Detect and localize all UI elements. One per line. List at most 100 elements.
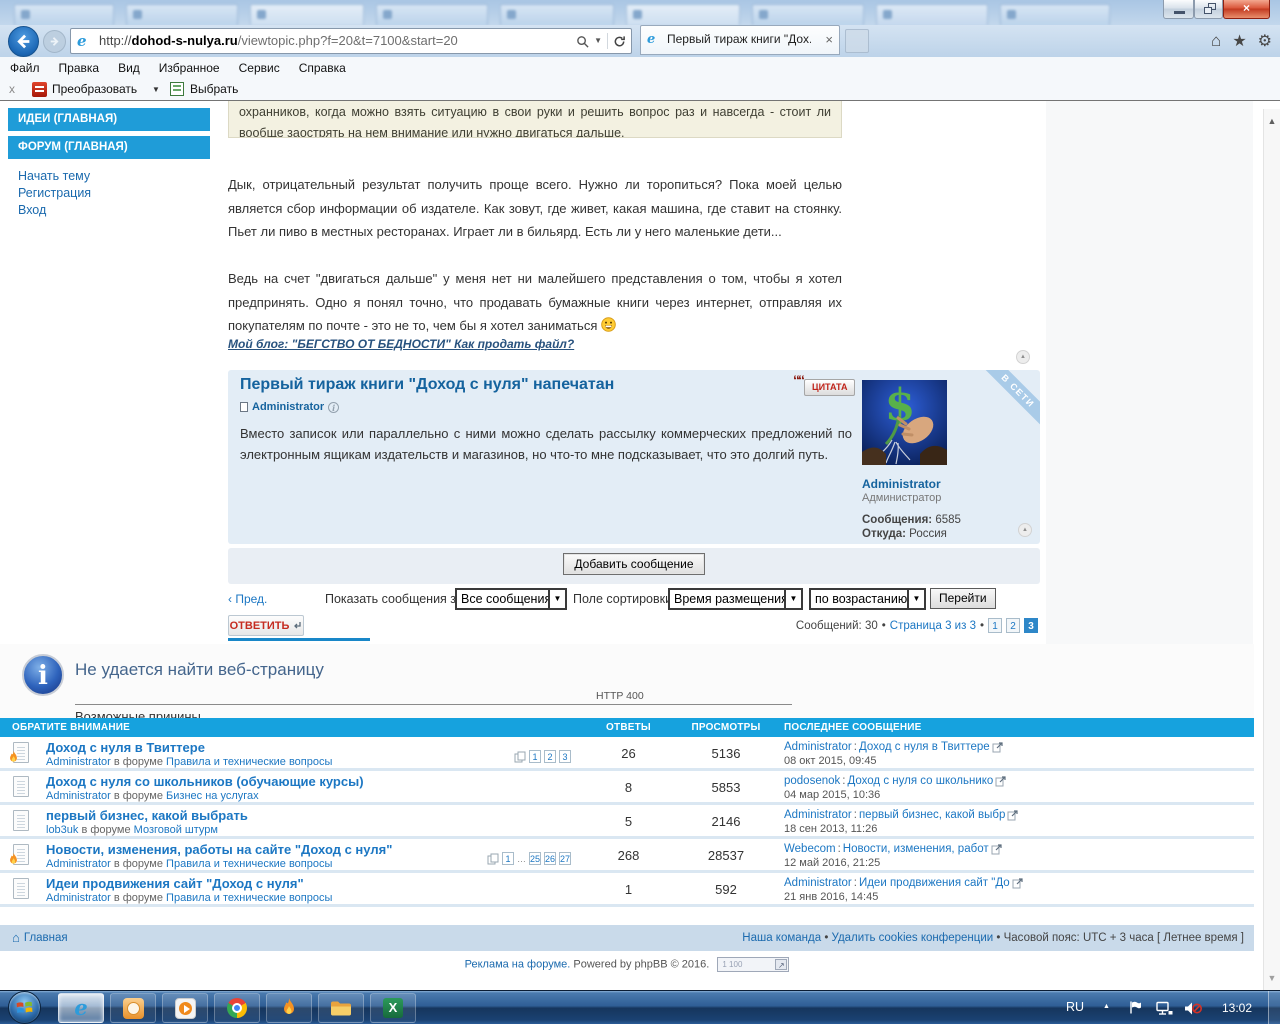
topic-title-link[interactable]: Доход с нуля в Твиттере <box>46 740 581 755</box>
taskbar-chrome[interactable] <box>214 993 260 1023</box>
last-post-author-link[interactable]: Administrator <box>784 877 852 889</box>
taskbar-internet-explorer[interactable]: e <box>58 993 104 1023</box>
signature-blog-link[interactable]: Мой блог: "БЕГСТВО ОТ БЕДНОСТИ" Как прод… <box>228 337 574 351</box>
taskbar-file-explorer[interactable] <box>318 993 364 1023</box>
last-post-link[interactable]: первый бизнес, какой выбр <box>859 809 1005 821</box>
last-post-link[interactable]: Доход с нуля в Твиттере <box>859 741 990 753</box>
reply-button[interactable]: ОТВЕТИТЬ <box>228 615 304 636</box>
topic-author-link[interactable]: Administrator <box>46 756 111 768</box>
footer-cookies-link[interactable]: Удалить cookies конференции <box>832 932 994 944</box>
browser-tab[interactable]: e Первый тираж книги "Дох... × <box>640 25 840 55</box>
show-desktop-button[interactable] <box>1268 991 1280 1025</box>
address-dropdown-icon[interactable]: ▼ <box>594 29 602 53</box>
sidebar-link-new-topic[interactable]: Начать тему <box>18 168 210 185</box>
volume-muted-icon[interactable] <box>1184 1001 1202 1021</box>
topic-forum-link[interactable]: Правила и технические вопросы <box>166 892 332 904</box>
post-author-link[interactable]: Administrator <box>252 401 324 413</box>
close-toolbar-icon[interactable]: x <box>9 82 15 96</box>
convert-button[interactable]: Преобразовать <box>52 82 137 96</box>
start-button[interactable] <box>8 991 41 1024</box>
settings-icon[interactable]: ⚙ <box>1258 31 1272 51</box>
goto-post-icon[interactable] <box>991 844 1002 855</box>
avatar[interactable]: $ <box>862 380 947 465</box>
menu-tools[interactable]: Сервис <box>239 61 280 75</box>
related-topics-table: ОБРАТИТЕ ВНИМАНИЕ ОТВЕТЫ ПРОСМОТРЫ ПОСЛЕ… <box>0 718 1254 907</box>
convert-dropdown-icon[interactable]: ▼ <box>152 85 160 94</box>
last-post-author-link[interactable]: Webecom <box>784 843 836 855</box>
action-center-icon[interactable] <box>1129 1000 1141 1020</box>
menu-file[interactable]: Файл <box>10 61 40 75</box>
back-button[interactable] <box>8 26 39 57</box>
topic-author-link[interactable]: Administrator <box>46 892 111 904</box>
taskbar-flame-app[interactable] <box>266 993 312 1023</box>
footer-ad-link[interactable]: Реклама на форуме. <box>465 958 571 970</box>
page-2-link[interactable]: 2 <box>1006 618 1020 633</box>
sidebar-item-forum[interactable]: ФОРУМ (ГЛАВНАЯ) <box>8 136 210 159</box>
sidebar-link-register[interactable]: Регистрация <box>18 185 210 202</box>
prev-page-link[interactable]: ‹ Пред. <box>228 592 267 606</box>
last-post-author-link[interactable]: podosenok <box>784 775 840 787</box>
sort-order-select[interactable]: по возрастанию▼ <box>809 588 926 610</box>
topic-author-link[interactable]: Administrator <box>46 858 111 870</box>
sidebar-item-ideas[interactable]: ИДЕИ (ГЛАВНАЯ) <box>8 108 210 131</box>
maximize-button[interactable] <box>1194 0 1223 19</box>
goto-post-icon[interactable] <box>995 776 1006 787</box>
last-post-link[interactable]: Новости, изменения, работ <box>843 843 989 855</box>
new-tab-button[interactable] <box>845 29 869 53</box>
topic-forum-link[interactable]: Мозговой штурм <box>134 824 218 836</box>
footer-team-link[interactable]: Наша команда <box>742 932 821 944</box>
page-1-link[interactable]: 1 <box>988 618 1002 633</box>
go-button[interactable]: Перейти <box>930 588 996 609</box>
topic-forum-link[interactable]: Правила и технические вопросы <box>166 756 332 768</box>
add-message-button[interactable]: Добавить сообщение <box>563 553 704 575</box>
back-to-top-icon[interactable]: ▲ <box>1018 523 1032 537</box>
goto-post-icon[interactable] <box>992 742 1003 753</box>
profile-name-link[interactable]: Administrator <box>862 477 941 491</box>
home-icon[interactable]: ⌂ <box>1211 31 1221 51</box>
topic-title-link[interactable]: первый бизнес, какой выбрать <box>46 808 581 823</box>
last-post-link[interactable]: Доход с нуля со школьнико <box>847 775 993 787</box>
topic-title-link[interactable]: Доход с нуля со школьников (обучающие ку… <box>46 774 581 789</box>
menu-help[interactable]: Справка <box>299 61 346 75</box>
forward-button[interactable] <box>43 30 66 53</box>
refresh-icon[interactable] <box>613 35 626 48</box>
close-button[interactable]: × <box>1223 0 1270 19</box>
scroll-up-icon[interactable]: ▲ <box>1264 116 1280 126</box>
footer-home-link[interactable]: Главная <box>24 925 68 951</box>
sort-field-select[interactable]: Время размещения▼ <box>668 588 803 610</box>
network-icon[interactable] <box>1156 1001 1173 1021</box>
select-button[interactable]: Выбрать <box>190 82 238 96</box>
sidebar-link-login[interactable]: Вход <box>18 202 210 219</box>
vertical-scrollbar[interactable]: ▲ ▼ <box>1263 109 1280 990</box>
hit-counter-badge[interactable]: 1 100↗ <box>717 957 789 972</box>
taskbar-excel[interactable]: X <box>370 993 416 1023</box>
taskbar-mail-app[interactable] <box>110 993 156 1023</box>
topic-title-link[interactable]: Идеи продвижения сайт "Доход с нуля" <box>46 876 581 891</box>
last-post-author-link[interactable]: Administrator <box>784 809 852 821</box>
topic-forum-link[interactable]: Правила и технические вопросы <box>166 858 332 870</box>
clock[interactable]: 13:02 <box>1222 1001 1252 1015</box>
scroll-down-icon[interactable]: ▼ <box>1264 973 1280 983</box>
language-indicator[interactable]: RU <box>1066 1000 1084 1014</box>
topic-author-link[interactable]: Administrator <box>46 790 111 802</box>
search-icon[interactable] <box>576 35 589 48</box>
last-post-link[interactable]: Идеи продвижения сайт "До <box>859 877 1010 889</box>
last-post-author-link[interactable]: Administrator <box>784 741 852 753</box>
topic-author-link[interactable]: lob3uk <box>46 824 78 836</box>
menu-view[interactable]: Вид <box>118 61 140 75</box>
tab-close-icon[interactable]: × <box>825 32 833 48</box>
favorites-icon[interactable]: ★ <box>1232 31 1246 51</box>
tray-expand-icon[interactable]: ▲ <box>1103 1003 1110 1010</box>
menu-edit[interactable]: Правка <box>59 61 100 75</box>
quote-button[interactable]: ЦИТАТА <box>804 379 855 396</box>
show-posts-select[interactable]: Все сообщения▼ <box>455 588 567 610</box>
menu-favorites[interactable]: Избранное <box>159 61 220 75</box>
goto-post-icon[interactable] <box>1012 878 1023 889</box>
topic-forum-link[interactable]: Бизнес на услугах <box>166 790 259 802</box>
url-text[interactable]: http://dohod-s-nulya.ru/viewtopic.php?f=… <box>99 29 458 53</box>
back-to-top-icon[interactable]: ▲ <box>1016 350 1030 364</box>
goto-post-icon[interactable] <box>1007 810 1018 821</box>
minimize-button[interactable] <box>1163 0 1194 19</box>
address-bar[interactable]: e http://dohod-s-nulya.ru/viewtopic.php?… <box>70 28 632 54</box>
taskbar-media-player[interactable] <box>162 993 208 1023</box>
